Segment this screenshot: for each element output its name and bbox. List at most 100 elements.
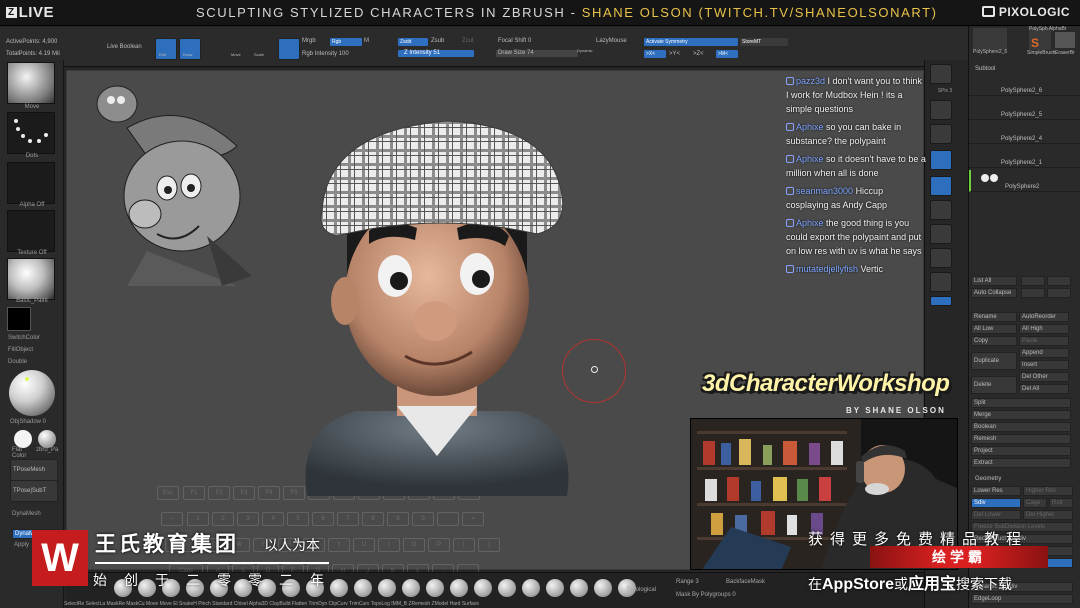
edit-button[interactable]: Edit [155,38,177,60]
brush-slot-icon[interactable] [378,579,396,597]
z-axis-toggle[interactable]: >Z< [693,51,704,57]
tposemesh-button[interactable]: TPoseMesh [10,459,58,481]
brush-slot-icon[interactable] [354,579,372,597]
extract-button[interactable]: Extract [971,458,1071,468]
chat-username[interactable]: Aphixe [796,122,824,132]
chat-username[interactable]: Aphixe [796,218,824,228]
subtool-item[interactable]: PolySphere2_1 [969,146,1080,168]
eraserbrush-thumb[interactable] [1055,32,1075,48]
obj-shadow-slider[interactable]: ObjShadow 0 [10,419,70,425]
cage-button[interactable]: Cage [1023,498,1047,508]
activate-symmetry-toggle[interactable]: Activate Symmetry [644,38,738,46]
duplicate-button[interactable]: Duplicate [971,352,1017,370]
rotate-button[interactable] [278,38,300,60]
lower-res-button[interactable]: Lower Res [971,486,1021,496]
floor-button[interactable] [930,176,952,196]
delete-button[interactable]: Delete [971,376,1017,394]
del-lower-button[interactable]: Del Lower [971,510,1021,520]
auto-collapse-button[interactable]: Auto Collapse [971,288,1017,298]
tool-thumb-1[interactable] [973,28,1007,50]
higher-res-button[interactable]: Higher Res [1023,486,1073,496]
del-higher-button[interactable]: Del Higher [1023,510,1073,520]
brush-slot-icon[interactable] [522,579,540,597]
storemt-button[interactable]: StoreMT [740,38,788,46]
spix-setting[interactable]: SPix 3 [925,88,965,94]
rgb-toggle[interactable]: Rgb [330,38,362,46]
boolean-button[interactable]: Boolean [971,422,1071,432]
brush-slot-icon[interactable] [402,579,420,597]
scale-view-button[interactable] [930,248,952,268]
dynamic-toggle[interactable]: Dynamic [577,48,593,53]
x-axis-toggle[interactable]: >X< [644,50,666,58]
rgb-intensity-slider[interactable]: Rgb Intensity 100 [302,51,349,57]
fill-object-button[interactable]: FillObject [8,347,68,353]
move-button[interactable]: Move [229,38,251,60]
matcap-sphere[interactable] [9,370,55,416]
m-toggle[interactable]: M [364,38,369,44]
simplebrush-icon[interactable]: S [1031,36,1039,50]
color-swatch[interactable] [7,307,31,331]
split-button[interactable]: Split [971,398,1071,408]
subtool-item[interactable]: PolySphere2_5 [969,98,1080,120]
chat-username[interactable]: mutatedjellyfish [796,264,858,274]
polyf-button[interactable] [930,296,952,306]
merge-button[interactable]: Merge [971,410,1071,420]
brush-slot-icon[interactable] [546,579,564,597]
stroke-picker[interactable] [7,112,55,154]
move-view-button[interactable] [930,224,952,244]
all-low-button[interactable]: All Low [971,324,1017,334]
zoom-button[interactable] [930,124,952,144]
brush-picker[interactable] [7,62,55,104]
arrow-down-button[interactable] [1047,276,1071,286]
y-axis-toggle[interactable]: >Y< [669,51,680,57]
brush-slot-icon[interactable] [498,579,516,597]
m-axis-toggle[interactable]: >M< [716,50,738,58]
subtool-item[interactable]: PolySphere2_6 [969,74,1080,96]
live-boolean-button[interactable]: Live Boolean [107,44,142,50]
mrgb-toggle[interactable]: Mrgb [302,38,316,44]
mask-by-polygroups-slider[interactable]: Mask By Polygroups 0 [676,592,736,598]
sdiv-slider[interactable]: Sdiv [971,498,1021,508]
del-all-button[interactable]: Del All [1019,384,1069,394]
subtool-item-active[interactable]: PolySphere2 [969,170,1080,192]
backface-mask-toggle[interactable]: BackfaceMask [726,579,765,585]
brush-slot-icon[interactable] [570,579,588,597]
focal-shift-slider[interactable]: Focal Shift 0 [498,38,531,44]
project-button[interactable]: Project [971,446,1071,456]
topological-toggle[interactable]: Topological [626,587,656,593]
material-picker[interactable] [7,258,55,300]
switch-color-button[interactable]: SwitchColor [8,335,68,341]
draw-button[interactable]: Draw [179,38,201,60]
z-intensity-slider[interactable]: Z Intensity 51 [398,50,474,57]
list-all-button[interactable]: List All [971,276,1017,286]
copy-button[interactable]: Copy [971,336,1017,346]
all-high-button[interactable]: All High [1019,324,1069,334]
alpha-picker[interactable] [7,162,55,204]
chat-username[interactable]: seanman3000 [796,186,853,196]
rename-button[interactable]: Rename [971,312,1017,322]
persp-button[interactable] [930,150,952,170]
brush-slot-icon[interactable] [474,579,492,597]
chat-username[interactable]: Aphixe [796,154,824,164]
zbro-material-sphere[interactable] [38,430,56,448]
insert-button[interactable]: Insert [1019,360,1069,370]
flat-color-sphere[interactable] [14,430,32,448]
rstr-button[interactable]: Rstr [1049,498,1073,508]
edgeloop-button[interactable]: EdgeLoop [971,594,1073,604]
append-button[interactable]: Append [1019,348,1069,358]
move-down-button[interactable] [1047,288,1071,298]
arrow-up-button[interactable] [1021,276,1045,286]
del-other-button[interactable]: Del Other [1019,372,1069,382]
brush-slot-icon[interactable] [450,579,468,597]
remesh-button[interactable]: Remesh [971,434,1071,444]
zsub-toggle[interactable]: Zsub [431,38,444,44]
chat-username[interactable]: pazz3d [796,76,825,86]
zadd-toggle[interactable]: Zadd [398,38,428,46]
range-slider[interactable]: Range 3 [676,579,699,585]
draw-size-slider[interactable]: Draw Size 74 [496,50,578,57]
rotate-view-button[interactable] [930,272,952,292]
brush-slot-icon[interactable] [426,579,444,597]
autoreorder-button[interactable]: AutoReorder [1019,312,1069,322]
paste-button[interactable]: Paste [1019,336,1069,346]
lazymouse-toggle[interactable]: LazyMouse [596,38,627,44]
